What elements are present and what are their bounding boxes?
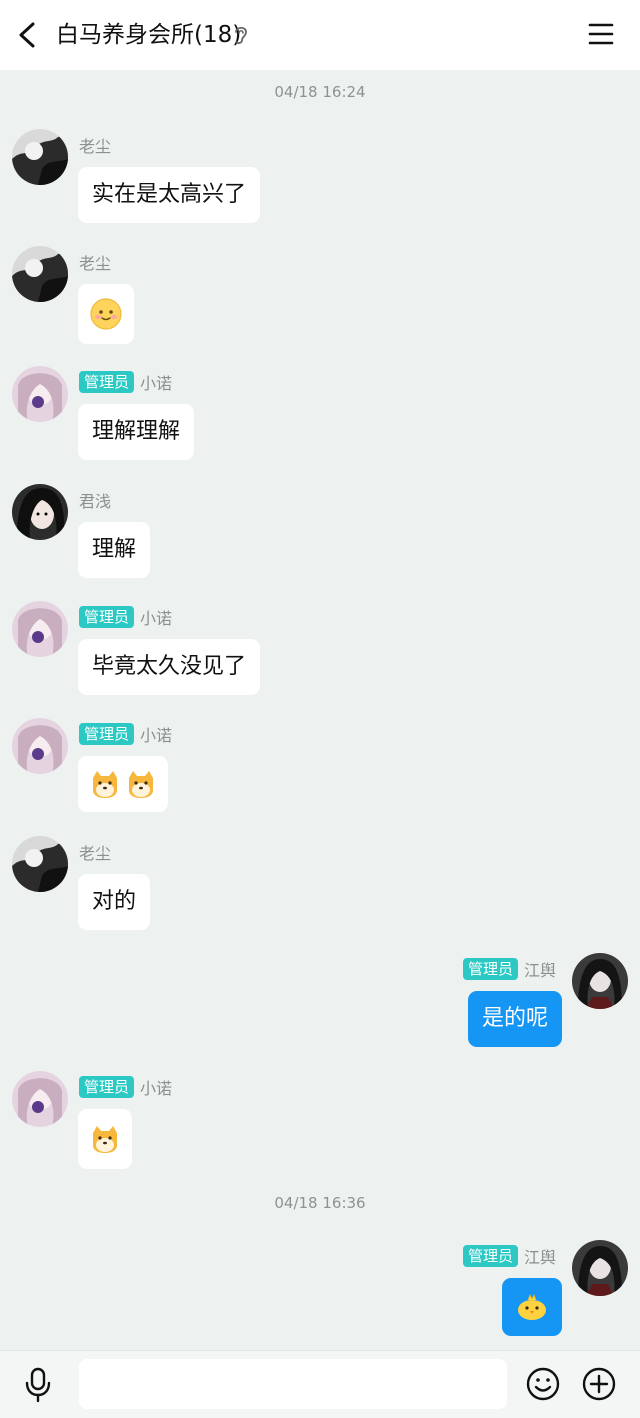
admin-badge: 管理员 [79, 371, 135, 393]
avatar[interactable] [12, 246, 68, 302]
input-bar [0, 1350, 640, 1418]
avatar[interactable] [572, 1240, 628, 1296]
emoji-bubble[interactable] [78, 1109, 132, 1169]
message-bubble[interactable]: 理解理解 [78, 404, 195, 460]
sender-info: 老尘 [79, 250, 111, 274]
message-bubble[interactable]: 理解 [78, 522, 151, 578]
admin-badge: 管理员 [79, 1076, 135, 1098]
emoji-bubble-self[interactable] [502, 1278, 562, 1336]
avatar[interactable] [572, 953, 628, 1009]
ear-icon [235, 26, 247, 44]
sender-name: 小诺 [140, 1079, 173, 1098]
emoji-bubble[interactable] [78, 756, 168, 812]
chat-title[interactable]: 白马养身会所(18) [56, 18, 241, 52]
avatar[interactable] [12, 601, 68, 657]
admin-badge: 管理员 [462, 958, 518, 980]
message-input[interactable] [79, 1359, 507, 1409]
message-bubble[interactable]: 对的 [78, 874, 151, 930]
sender-info: 管理员 小诺 [79, 605, 172, 629]
emoji-icon[interactable] [525, 1366, 561, 1402]
admin-badge: 管理员 [79, 723, 135, 745]
microphone-icon[interactable] [23, 1367, 53, 1403]
timestamp: 04/18 16:24 [274, 83, 366, 101]
avatar[interactable] [12, 1071, 68, 1127]
sender-info: 老尘 [79, 133, 111, 157]
sender-name: 小诺 [140, 609, 173, 628]
doge-face-emoji-icon [129, 771, 153, 798]
avatar[interactable] [12, 484, 68, 540]
admin-badge: 管理员 [79, 606, 135, 628]
doge-face-emoji-icon [93, 771, 117, 798]
sender-info: 管理员 小诺 [79, 370, 172, 394]
chat-header: 白马养身会所(18) [0, 0, 640, 70]
sender-info: 管理员 小诺 [79, 722, 172, 746]
avatar[interactable] [12, 836, 68, 892]
admin-badge: 管理员 [462, 1245, 518, 1267]
plus-icon[interactable] [581, 1366, 617, 1402]
sender-info: 管理员 江舆 [462, 957, 556, 981]
message-bubble-self[interactable]: 是的呢 [467, 991, 562, 1047]
emoji-bubble[interactable] [78, 284, 134, 344]
sender-name: 老尘 [79, 844, 112, 863]
menu-icon[interactable] [588, 22, 614, 46]
sender-info: 老尘 [79, 840, 111, 864]
doge-face-emoji-icon [93, 1126, 117, 1153]
avatar[interactable] [12, 718, 68, 774]
sender-name: 老尘 [79, 137, 112, 156]
sender-name: 老尘 [79, 254, 112, 273]
sender-info: 管理员 小诺 [79, 1075, 172, 1099]
smile-face-emoji-icon [90, 298, 122, 330]
message-bubble[interactable]: 毕竟太久没见了 [78, 639, 261, 695]
sender-name: 君浅 [79, 492, 112, 511]
sender-info: 管理员 江舆 [462, 1244, 556, 1268]
sender-name: 江舆 [523, 961, 556, 980]
avatar[interactable] [12, 366, 68, 422]
sender-name: 江舆 [523, 1248, 556, 1267]
sender-name: 小诺 [140, 374, 173, 393]
avatar[interactable] [12, 129, 68, 185]
message-bubble[interactable]: 实在是太高兴了 [78, 167, 261, 223]
timestamp: 04/18 16:36 [274, 1194, 366, 1212]
sender-name: 小诺 [140, 726, 173, 745]
sender-info: 君浅 [79, 488, 111, 512]
chick-emoji-icon [518, 1294, 546, 1320]
back-arrow-icon[interactable] [14, 20, 42, 50]
